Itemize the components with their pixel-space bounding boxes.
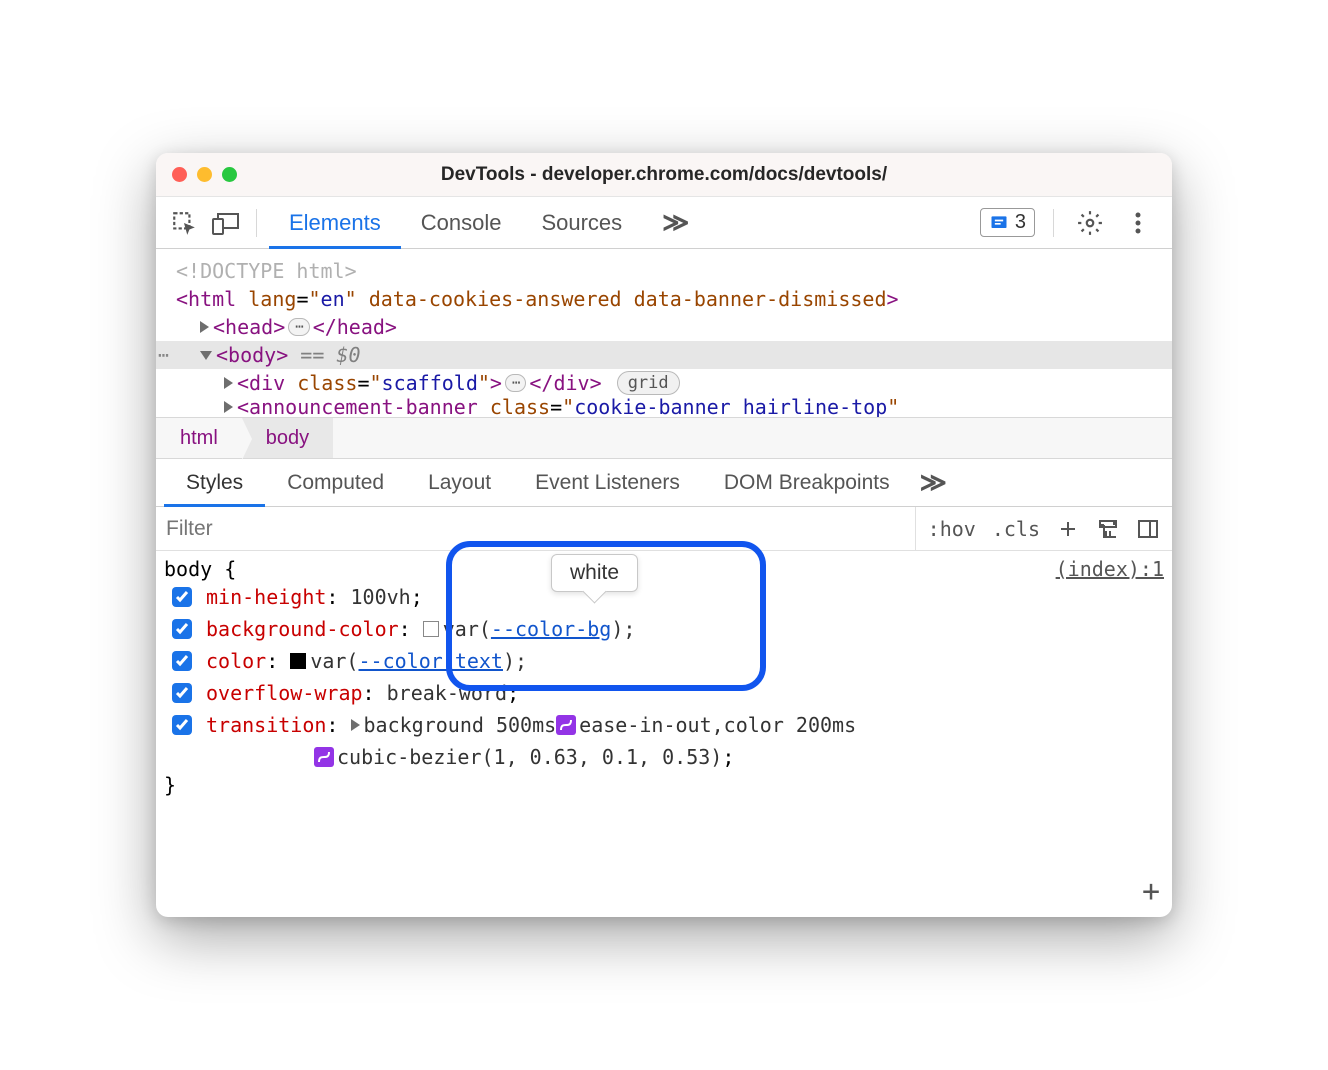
issues-badge[interactable]: 3 (980, 208, 1035, 237)
subtab-event-listeners[interactable]: Event Listeners (513, 459, 702, 506)
color-tooltip: white (551, 554, 638, 592)
animation-play-icon[interactable] (351, 719, 360, 731)
ellipsis-icon[interactable]: ⋯ (288, 318, 309, 336)
subtab-styles[interactable]: Styles (164, 459, 265, 506)
collapse-triangle-icon[interactable] (200, 351, 212, 360)
window-title: DevTools - developer.chrome.com/docs/dev… (156, 164, 1172, 186)
toolbar-separator (1053, 209, 1054, 237)
main-toolbar: Elements Console Sources ≫ 3 (156, 197, 1172, 249)
inspect-element-icon[interactable] (166, 205, 202, 241)
dom-tree-panel[interactable]: <!DOCTYPE html> <html lang="en" data-coo… (156, 249, 1172, 417)
decl-overflow-wrap[interactable]: overflow-wrap: break-word; (164, 677, 1164, 709)
dom-breadcrumb: html body (156, 417, 1172, 459)
subtab-more[interactable]: ≫ (912, 459, 955, 506)
settings-icon[interactable] (1072, 205, 1108, 241)
device-toolbar-icon[interactable] (208, 205, 244, 241)
tab-elements[interactable]: Elements (269, 197, 401, 248)
rule-close-brace: } (164, 773, 1164, 797)
breadcrumb-html[interactable]: html (156, 418, 242, 458)
decl-checkbox[interactable] (172, 619, 192, 639)
styles-subtabs: Styles Computed Layout Event Listeners D… (156, 459, 1172, 507)
dom-html-element[interactable]: <html lang="en" data-cookies-answered da… (156, 285, 1172, 313)
tab-sources[interactable]: Sources (521, 197, 642, 248)
subtab-layout[interactable]: Layout (406, 459, 513, 506)
panel-tabs: Elements Console Sources ≫ (269, 197, 709, 248)
css-var-link[interactable]: --color-bg (491, 613, 611, 645)
decl-color[interactable]: color: var(--color-text); (164, 645, 1164, 677)
dom-div-scaffold[interactable]: <div class="scaffold">⋯</div> grid (156, 369, 1172, 397)
new-style-rule-icon[interactable] (1056, 517, 1080, 541)
devtools-window: DevTools - developer.chrome.com/docs/dev… (156, 153, 1172, 917)
issues-icon (989, 213, 1009, 233)
dom-body-element-selected[interactable]: ⋯ <body> == $0 (156, 341, 1172, 369)
subtab-dom-breakpoints[interactable]: DOM Breakpoints (702, 459, 912, 506)
hov-toggle[interactable]: :hov (928, 517, 976, 541)
issues-count: 3 (1015, 211, 1026, 234)
decl-checkbox[interactable] (172, 683, 192, 703)
bezier-editor-icon[interactable] (556, 715, 576, 735)
ellipsis-icon[interactable]: ⋯ (505, 374, 526, 392)
copy-styles-icon[interactable] (1096, 517, 1120, 541)
bezier-editor-icon[interactable] (314, 747, 334, 767)
decl-checkbox[interactable] (172, 715, 192, 735)
styles-filter-input[interactable] (156, 507, 915, 550)
add-declaration-icon[interactable]: + (1142, 874, 1160, 909)
color-swatch-icon[interactable] (290, 653, 306, 669)
cls-toggle[interactable]: .cls (992, 517, 1040, 541)
more-options-icon[interactable] (1120, 205, 1156, 241)
tab-console[interactable]: Console (401, 197, 522, 248)
tab-more[interactable]: ≫ (642, 197, 709, 248)
expand-triangle-icon[interactable] (224, 401, 233, 413)
decl-checkbox[interactable] (172, 651, 192, 671)
toggle-sidebar-icon[interactable] (1136, 517, 1160, 541)
minimize-window-button[interactable] (197, 167, 212, 182)
titlebar: DevTools - developer.chrome.com/docs/dev… (156, 153, 1172, 197)
expand-triangle-icon[interactable] (200, 321, 209, 333)
css-var-link[interactable]: --color-text (358, 645, 503, 677)
decl-transition-cont[interactable]: cubic-bezier(1, 0.63, 0.1, 0.53); (164, 741, 1164, 773)
toolbar-separator (256, 209, 257, 237)
dom-announcement-banner[interactable]: <announcement-banner class="cookie-banne… (156, 397, 1172, 417)
styles-panel: body { (index):1 min-height: 100vh; back… (156, 551, 1172, 917)
dom-head-element[interactable]: <head>⋯</head> (156, 313, 1172, 341)
rule-source-link[interactable]: (index):1 (1056, 557, 1164, 581)
decl-background-color[interactable]: background-color: var(--color-bg); (164, 613, 1164, 645)
decl-transition[interactable]: transition: background 500ms ease-in-out… (164, 709, 1164, 741)
color-swatch-icon[interactable] (423, 621, 439, 637)
breadcrumb-body[interactable]: body (242, 418, 333, 458)
subtab-computed[interactable]: Computed (265, 459, 406, 506)
maximize-window-button[interactable] (222, 167, 237, 182)
rule-selector[interactable]: body { (164, 557, 236, 581)
traffic-lights (172, 167, 237, 182)
styles-filter-bar: :hov .cls (156, 507, 1172, 551)
expand-triangle-icon[interactable] (224, 377, 233, 389)
dom-doctype[interactable]: <!DOCTYPE html> (156, 257, 1172, 285)
close-window-button[interactable] (172, 167, 187, 182)
decl-checkbox[interactable] (172, 587, 192, 607)
grid-badge[interactable]: grid (617, 371, 680, 395)
decl-min-height[interactable]: min-height: 100vh; (164, 581, 1164, 613)
row-actions-icon[interactable]: ⋯ (158, 345, 167, 366)
